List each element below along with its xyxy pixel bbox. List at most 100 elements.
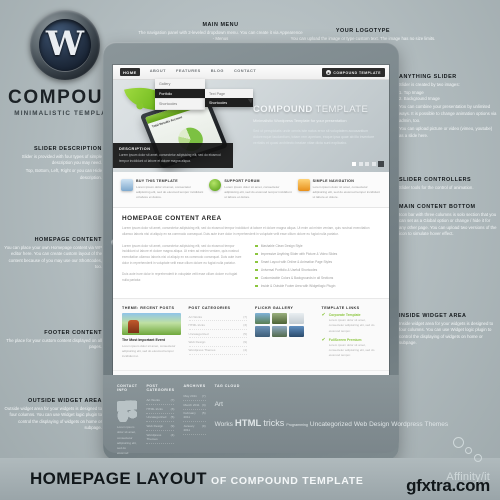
gallery-thumb[interactable] <box>255 326 270 338</box>
slider-play-pause-button[interactable] <box>378 161 384 167</box>
site-logotype[interactable]: ◉ COMPOUND TEMPLATE <box>321 68 385 77</box>
annotation-list-1: 1. Top Image <box>399 89 424 95</box>
list-item[interactable]: February 2011 (5) <box>183 410 206 423</box>
list-item[interactable]: Art Works (7) <box>146 396 175 405</box>
list-item[interactable]: HTML tricks (3) <box>146 405 175 414</box>
list-item: Inside & Outside Footer Area with Widget… <box>255 284 380 288</box>
link-title[interactable]: Corporate Template <box>329 313 380 317</box>
list-item[interactable]: Web Design (9) <box>146 422 175 432</box>
archive-label: March 2011 <box>183 402 200 407</box>
nav-item-contact[interactable]: CONTACT <box>234 68 256 76</box>
list-item: Smart Layout with Online & Animation Pag… <box>255 260 380 264</box>
post-excerpt: Lorem ipsum dolor sit amet, consectetur … <box>122 343 176 359</box>
slider-dot-2[interactable] <box>358 162 363 166</box>
list-item[interactable]: HTML tricks (3) <box>188 321 247 330</box>
category-count: (7) <box>170 397 175 402</box>
archive-label: May 2011 <box>183 393 197 398</box>
archive-count: (5) <box>201 411 206 416</box>
gallery-grid <box>255 313 314 338</box>
list-item[interactable]: Wordpress Themes (4) <box>188 347 247 355</box>
gallery-thumb[interactable] <box>255 313 270 325</box>
list-item[interactable]: ✔ Corporate Template Lorem ipsum dolor s… <box>322 313 381 334</box>
list-item[interactable]: January 2011 (9) <box>183 422 206 436</box>
slider-dot-4[interactable] <box>371 162 376 166</box>
submenu[interactable]: Text Page Shortcodes <box>205 89 253 108</box>
annotation-title: FOOTER CONTENT <box>44 330 102 336</box>
list-item[interactable]: March 2011 (3) <box>183 401 206 410</box>
dropdown-menu[interactable]: Gallery Portfolio Shortcodes <box>155 79 205 110</box>
post-title[interactable]: The Most Important Event <box>122 338 181 342</box>
annotation-outside-widget-area: OUTSIDE WIDGET AREA Outside widget area … <box>4 398 102 432</box>
widget-heading: POST CATEGORIES <box>188 305 231 310</box>
annotation-your-logotype: YOUR LOGOTYPE You can upload the image o… <box>288 28 438 42</box>
nav-item-about[interactable]: ABOUT <box>150 68 166 76</box>
nav-item-features[interactable]: FEATURES <box>176 68 201 76</box>
gallery-thumb[interactable] <box>289 326 304 338</box>
gallery-thumb[interactable] <box>272 326 287 338</box>
post-thumbnail[interactable] <box>122 313 181 336</box>
wordpress-logo-inner: W <box>39 19 91 71</box>
tag-link[interactable]: Web <box>354 421 367 428</box>
submenu-item-shortcodes[interactable]: Shortcodes <box>205 98 253 108</box>
category-count: (5) <box>243 331 247 336</box>
dropdown-item-portfolio[interactable]: Portfolio <box>155 89 205 100</box>
list-item[interactable]: ✔ FullScreen Premium Lorem ipsum dolor s… <box>322 337 381 359</box>
annotation-homepage-content: HOMEPAGE CONTENT You can place your own … <box>4 237 102 271</box>
dropdown-item-shortcodes[interactable]: Shortcodes <box>155 99 205 110</box>
annotation-body2: Top, Bottom, Left, Right or you can Hide… <box>25 168 102 180</box>
submenu-item-text-page[interactable]: Text Page <box>205 89 253 99</box>
list-item[interactable]: Uncategorized (5) <box>146 414 175 423</box>
annotation-inside-widget-area: INSIDE WIDGET AREA Inside widget area fo… <box>399 313 497 347</box>
category-label: Wordpress Themes <box>146 433 162 442</box>
slider-dot-3[interactable] <box>365 162 369 166</box>
annotation-title: HOMEPAGE CONTENT <box>34 237 102 243</box>
feature-card[interactable]: BUY THIS TEMPLATE Lorem ipsum dolor sit … <box>121 179 204 201</box>
widget-recent-posts: THEME: RECENT POSTS The Most Important E… <box>122 306 181 363</box>
tag-link[interactable]: tricks <box>263 418 284 428</box>
category-count: (3) <box>243 323 247 328</box>
annotation-body: Inside widget area for your widgets is d… <box>399 320 494 346</box>
tag-link[interactable]: Wordpress <box>391 421 422 428</box>
nav-item-blog[interactable]: BLOG <box>211 68 224 76</box>
category-label: Uncategorized <box>146 415 167 420</box>
tag-link[interactable]: HTML <box>235 418 261 429</box>
content-heading: HOMEPAGE CONTENT AREA <box>122 214 222 222</box>
widget-template-links: TEMPLATE LINKS ✔ Corporate Template Lore… <box>322 306 381 363</box>
link-title[interactable]: FullScreen Premium <box>329 338 380 342</box>
widget-heading: CONTACT INFO <box>117 384 138 392</box>
slider-controllers[interactable] <box>352 161 384 167</box>
tag-link[interactable]: Programming <box>286 423 308 427</box>
annotation-title: OUTSIDE WIDGET AREA <box>27 398 102 404</box>
watermark-domain: gfxtra.com <box>406 476 490 495</box>
feature-card[interactable]: SIMPLE NAVIGATION Lorem ipsum dolor sit … <box>297 179 381 201</box>
widget-flickr-gallery: FLICKR GALLERY <box>255 306 314 363</box>
list-item[interactable]: Art Works (7) <box>188 313 247 322</box>
tag-link[interactable]: Themes <box>425 421 448 428</box>
main-menu[interactable]: HOME ABOUT FEATURES BLOG CONTACT <box>113 68 256 76</box>
list-item[interactable]: May 2011 (7) <box>183 392 206 401</box>
tag-link[interactable]: Design <box>369 421 389 428</box>
list-item[interactable]: Web Design (9) <box>188 338 247 347</box>
category-label: Web Design <box>146 424 164 429</box>
inside-widget-area: THEME: RECENT POSTS The Most Important E… <box>113 297 389 370</box>
feature-body: Lorem ipsum dolor sit amet, consectetur … <box>224 184 292 200</box>
list-item[interactable]: Uncategorized (5) <box>188 330 247 339</box>
tag-link[interactable]: Uncategorized <box>310 421 352 428</box>
gallery-thumb[interactable] <box>289 313 304 325</box>
dropdown-item-gallery[interactable]: Gallery <box>155 79 205 90</box>
widget-heading: TEMPLATE LINKS <box>321 305 360 310</box>
slider-dot-1[interactable] <box>352 162 356 166</box>
feature-title: SIMPLE NAVIGATION <box>312 179 355 183</box>
annotation-title: SLIDER DESCRIPTION <box>33 146 102 152</box>
feature-card[interactable]: SUPPORT FORUM Lorem ipsum dolor sit amet… <box>209 179 292 201</box>
nav-item-home[interactable]: HOME <box>120 68 140 76</box>
category-label: Uncategorized <box>188 331 209 336</box>
annotation-title: YOUR LOGOTYPE <box>335 28 391 34</box>
bullet-icon <box>255 260 258 264</box>
gallery-thumb[interactable] <box>272 313 287 325</box>
content-left-column: Lorem ipsum dolor sit amet, consectetur … <box>122 244 243 292</box>
list-item[interactable]: Wordpress Themes (4) <box>146 431 175 444</box>
tag-link[interactable]: Art Works <box>215 401 233 428</box>
wordpress-logo-icon: W <box>30 10 100 80</box>
category-label: Art Works <box>146 397 160 402</box>
